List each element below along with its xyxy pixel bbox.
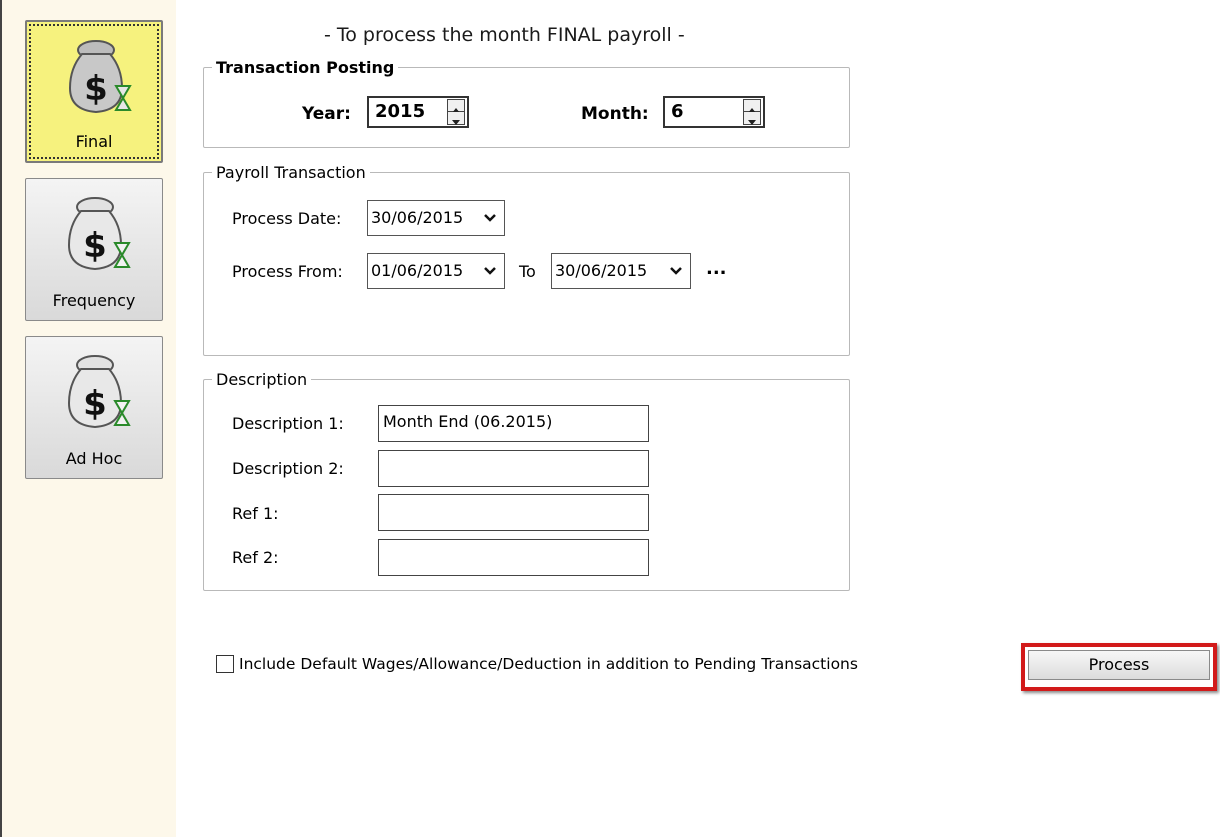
process-to-value: 30/06/2015 <box>555 261 648 280</box>
month-value: 6 <box>671 101 684 122</box>
process-highlight: Process <box>1021 643 1217 691</box>
month-increment-button[interactable] <box>743 99 761 113</box>
ad-hoc-button[interactable]: $ Ad Hoc <box>25 336 163 479</box>
year-increment-button[interactable] <box>447 99 465 113</box>
process-from-label: Process From: <box>232 262 343 281</box>
transaction-posting-legend: Transaction Posting <box>216 58 395 77</box>
page-title: - To process the month FINAL payroll - <box>324 24 685 46</box>
money-bag-icon: $ <box>67 197 131 271</box>
description-legend: Description <box>216 370 308 389</box>
description2-label: Description 2: <box>232 459 344 478</box>
process-date-label: Process Date: <box>232 209 342 228</box>
payroll-transaction-legend: Payroll Transaction <box>216 163 366 182</box>
svg-text:$: $ <box>83 226 107 266</box>
year-value: 2015 <box>375 101 426 122</box>
svg-text:$: $ <box>84 69 108 109</box>
year-label: Year: <box>302 104 351 124</box>
sidebar-item-label: Final <box>75 132 113 151</box>
chevron-down-icon <box>670 267 682 275</box>
arrow-down-icon <box>748 120 756 125</box>
month-spinner[interactable]: 6 <box>663 96 765 128</box>
chevron-down-icon <box>484 214 496 222</box>
ref2-label: Ref 2: <box>232 548 279 567</box>
month-decrement-button[interactable] <box>743 112 761 125</box>
more-options-button[interactable]: ... <box>706 258 727 279</box>
description1-field[interactable]: Month End (06.2015) <box>378 405 649 442</box>
month-label: Month: <box>581 104 649 124</box>
year-spinner[interactable]: 2015 <box>367 96 469 128</box>
process-button[interactable]: Process <box>1028 650 1210 680</box>
arrow-down-icon <box>452 120 460 125</box>
process-from-picker[interactable]: 01/06/2015 <box>367 253 505 289</box>
ref1-label: Ref 1: <box>232 504 279 523</box>
final-button[interactable]: $ Final <box>25 20 163 163</box>
process-to-picker[interactable]: 30/06/2015 <box>551 253 691 289</box>
include-default-label: Include Default Wages/Allowance/Deductio… <box>239 655 858 673</box>
sidebar-item-label: Ad Hoc <box>65 449 123 468</box>
chevron-down-icon <box>484 267 496 275</box>
frequency-button[interactable]: $ Frequency <box>25 178 163 321</box>
ref1-field[interactable] <box>378 494 649 531</box>
sidebar: $ Final $ Frequency $ Ad Hoc <box>0 0 176 837</box>
description2-field[interactable] <box>378 450 649 487</box>
money-bag-icon: $ <box>68 40 132 114</box>
payroll-transaction-group: Payroll Transaction <box>203 163 850 356</box>
process-from-value: 01/06/2015 <box>371 261 464 280</box>
description1-label: Description 1: <box>232 414 344 433</box>
process-date-picker[interactable]: 30/06/2015 <box>367 200 505 236</box>
sidebar-item-label: Frequency <box>52 291 136 310</box>
ref2-field[interactable] <box>378 539 649 576</box>
svg-text:$: $ <box>83 384 107 424</box>
process-date-value: 30/06/2015 <box>371 208 464 227</box>
include-default-checkbox[interactable] <box>216 655 234 673</box>
year-decrement-button[interactable] <box>447 112 465 125</box>
to-label: To <box>519 262 536 281</box>
money-bag-icon: $ <box>67 355 131 429</box>
